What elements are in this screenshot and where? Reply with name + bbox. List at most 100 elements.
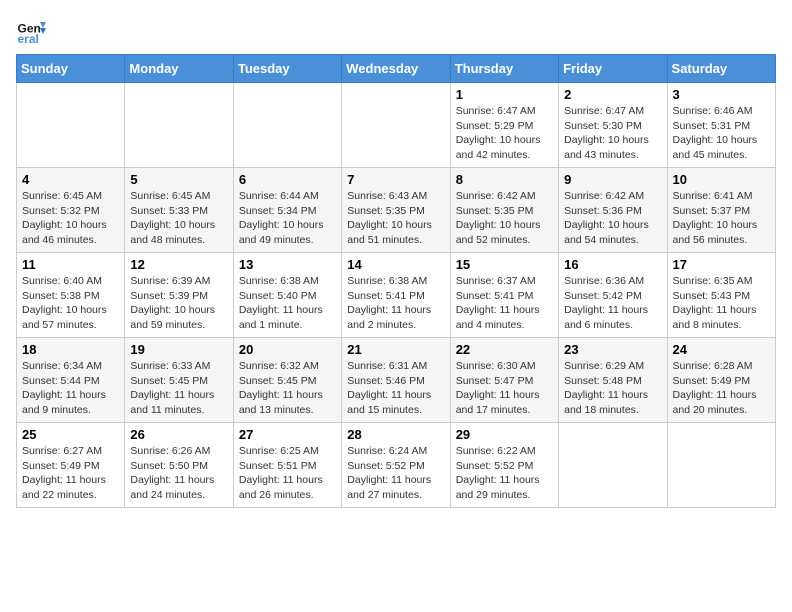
day-number: 27 [239, 427, 336, 442]
day-number: 28 [347, 427, 444, 442]
day-cell: 12 Sunrise: 6:39 AM Sunset: 5:39 PM Dayli… [125, 253, 233, 338]
day-cell: 15 Sunrise: 6:37 AM Sunset: 5:41 PM Dayli… [450, 253, 558, 338]
day-info: Sunrise: 6:47 AM Sunset: 5:29 PM Dayligh… [456, 104, 553, 163]
day-cell: 1 Sunrise: 6:47 AM Sunset: 5:29 PM Daylig… [450, 83, 558, 168]
day-info: Sunrise: 6:29 AM Sunset: 5:48 PM Dayligh… [564, 359, 661, 418]
day-info: Sunrise: 6:45 AM Sunset: 5:33 PM Dayligh… [130, 189, 227, 248]
day-cell [342, 83, 450, 168]
day-info: Sunrise: 6:35 AM Sunset: 5:43 PM Dayligh… [673, 274, 770, 333]
day-cell: 28 Sunrise: 6:24 AM Sunset: 5:52 PM Dayli… [342, 423, 450, 508]
day-cell: 23 Sunrise: 6:29 AM Sunset: 5:48 PM Dayli… [559, 338, 667, 423]
day-info: Sunrise: 6:44 AM Sunset: 5:34 PM Dayligh… [239, 189, 336, 248]
day-info: Sunrise: 6:47 AM Sunset: 5:30 PM Dayligh… [564, 104, 661, 163]
day-cell: 19 Sunrise: 6:33 AM Sunset: 5:45 PM Dayli… [125, 338, 233, 423]
day-info: Sunrise: 6:41 AM Sunset: 5:37 PM Dayligh… [673, 189, 770, 248]
day-cell: 11 Sunrise: 6:40 AM Sunset: 5:38 PM Dayli… [17, 253, 125, 338]
day-cell: 4Sunrise: 6:45 AM Sunset: 5:32 PM Daylig… [17, 168, 125, 253]
week-row-0: 1 Sunrise: 6:47 AM Sunset: 5:29 PM Daylig… [17, 83, 776, 168]
day-cell: 24 Sunrise: 6:28 AM Sunset: 5:49 PM Dayli… [667, 338, 775, 423]
day-number: 2 [564, 87, 661, 102]
day-number: 22 [456, 342, 553, 357]
day-number: 7 [347, 172, 444, 187]
day-info: Sunrise: 6:39 AM Sunset: 5:39 PM Dayligh… [130, 274, 227, 333]
day-info: Sunrise: 6:30 AM Sunset: 5:47 PM Dayligh… [456, 359, 553, 418]
day-number: 15 [456, 257, 553, 272]
day-info: Sunrise: 6:31 AM Sunset: 5:46 PM Dayligh… [347, 359, 444, 418]
day-cell: 17 Sunrise: 6:35 AM Sunset: 5:43 PM Dayli… [667, 253, 775, 338]
day-cell [233, 83, 341, 168]
day-number: 1 [456, 87, 553, 102]
day-cell: 5 Sunrise: 6:45 AM Sunset: 5:33 PM Daylig… [125, 168, 233, 253]
day-info: Sunrise: 6:42 AM Sunset: 5:36 PM Dayligh… [564, 189, 661, 248]
day-number: 23 [564, 342, 661, 357]
day-cell: 29 Sunrise: 6:22 AM Sunset: 5:52 PM Dayli… [450, 423, 558, 508]
week-row-2: 11 Sunrise: 6:40 AM Sunset: 5:38 PM Dayli… [17, 253, 776, 338]
header-friday: Friday [559, 55, 667, 83]
day-info: Sunrise: 6:33 AM Sunset: 5:45 PM Dayligh… [130, 359, 227, 418]
day-cell: 2 Sunrise: 6:47 AM Sunset: 5:30 PM Daylig… [559, 83, 667, 168]
day-info: Sunrise: 6:32 AM Sunset: 5:45 PM Dayligh… [239, 359, 336, 418]
day-number: 25 [22, 427, 119, 442]
day-cell: 6Sunrise: 6:44 AM Sunset: 5:34 PM Daylig… [233, 168, 341, 253]
day-number: 4 [22, 172, 119, 187]
day-info: Sunrise: 6:36 AM Sunset: 5:42 PM Dayligh… [564, 274, 661, 333]
day-cell: 3Sunrise: 6:46 AM Sunset: 5:31 PM Daylig… [667, 83, 775, 168]
day-cell [667, 423, 775, 508]
day-number: 26 [130, 427, 227, 442]
day-cell [559, 423, 667, 508]
day-info: Sunrise: 6:37 AM Sunset: 5:41 PM Dayligh… [456, 274, 553, 333]
day-info: Sunrise: 6:26 AM Sunset: 5:50 PM Dayligh… [130, 444, 227, 503]
day-cell: 9 Sunrise: 6:42 AM Sunset: 5:36 PM Daylig… [559, 168, 667, 253]
day-info: Sunrise: 6:25 AM Sunset: 5:51 PM Dayligh… [239, 444, 336, 503]
day-info: Sunrise: 6:22 AM Sunset: 5:52 PM Dayligh… [456, 444, 553, 503]
header-wednesday: Wednesday [342, 55, 450, 83]
header-sunday: Sunday [17, 55, 125, 83]
day-number: 9 [564, 172, 661, 187]
week-row-3: 18 Sunrise: 6:34 AM Sunset: 5:44 PM Dayli… [17, 338, 776, 423]
day-info: Sunrise: 6:28 AM Sunset: 5:49 PM Dayligh… [673, 359, 770, 418]
day-number: 5 [130, 172, 227, 187]
day-cell: 14Sunrise: 6:38 AM Sunset: 5:41 PM Dayli… [342, 253, 450, 338]
calendar-header-row: SundayMondayTuesdayWednesdayThursdayFrid… [17, 55, 776, 83]
logo: Gen eral [16, 16, 50, 46]
day-number: 12 [130, 257, 227, 272]
day-info: Sunrise: 6:24 AM Sunset: 5:52 PM Dayligh… [347, 444, 444, 503]
day-cell: 8 Sunrise: 6:42 AM Sunset: 5:35 PM Daylig… [450, 168, 558, 253]
day-cell: 7 Sunrise: 6:43 AM Sunset: 5:35 PM Daylig… [342, 168, 450, 253]
day-number: 21 [347, 342, 444, 357]
header-tuesday: Tuesday [233, 55, 341, 83]
header: Gen eral [16, 16, 776, 46]
day-number: 18 [22, 342, 119, 357]
day-number: 24 [673, 342, 770, 357]
header-monday: Monday [125, 55, 233, 83]
header-saturday: Saturday [667, 55, 775, 83]
day-info: Sunrise: 6:34 AM Sunset: 5:44 PM Dayligh… [22, 359, 119, 418]
day-cell: 13 Sunrise: 6:38 AM Sunset: 5:40 PM Dayli… [233, 253, 341, 338]
day-cell: 20Sunrise: 6:32 AM Sunset: 5:45 PM Dayli… [233, 338, 341, 423]
day-cell: 25 Sunrise: 6:27 AM Sunset: 5:49 PM Dayli… [17, 423, 125, 508]
svg-text:eral: eral [18, 32, 39, 46]
day-cell: 10Sunrise: 6:41 AM Sunset: 5:37 PM Dayli… [667, 168, 775, 253]
day-number: 13 [239, 257, 336, 272]
day-cell: 21 Sunrise: 6:31 AM Sunset: 5:46 PM Dayli… [342, 338, 450, 423]
day-cell: 18 Sunrise: 6:34 AM Sunset: 5:44 PM Dayli… [17, 338, 125, 423]
day-number: 8 [456, 172, 553, 187]
day-cell: 22 Sunrise: 6:30 AM Sunset: 5:47 PM Dayli… [450, 338, 558, 423]
day-number: 3 [673, 87, 770, 102]
day-number: 29 [456, 427, 553, 442]
header-thursday: Thursday [450, 55, 558, 83]
day-cell: 16Sunrise: 6:36 AM Sunset: 5:42 PM Dayli… [559, 253, 667, 338]
day-cell: 26 Sunrise: 6:26 AM Sunset: 5:50 PM Dayli… [125, 423, 233, 508]
day-info: Sunrise: 6:40 AM Sunset: 5:38 PM Dayligh… [22, 274, 119, 333]
day-cell [125, 83, 233, 168]
day-info: Sunrise: 6:27 AM Sunset: 5:49 PM Dayligh… [22, 444, 119, 503]
week-row-1: 4Sunrise: 6:45 AM Sunset: 5:32 PM Daylig… [17, 168, 776, 253]
day-number: 17 [673, 257, 770, 272]
day-info: Sunrise: 6:38 AM Sunset: 5:40 PM Dayligh… [239, 274, 336, 333]
day-info: Sunrise: 6:42 AM Sunset: 5:35 PM Dayligh… [456, 189, 553, 248]
day-number: 11 [22, 257, 119, 272]
day-info: Sunrise: 6:43 AM Sunset: 5:35 PM Dayligh… [347, 189, 444, 248]
day-number: 19 [130, 342, 227, 357]
day-cell [17, 83, 125, 168]
week-row-4: 25 Sunrise: 6:27 AM Sunset: 5:49 PM Dayli… [17, 423, 776, 508]
